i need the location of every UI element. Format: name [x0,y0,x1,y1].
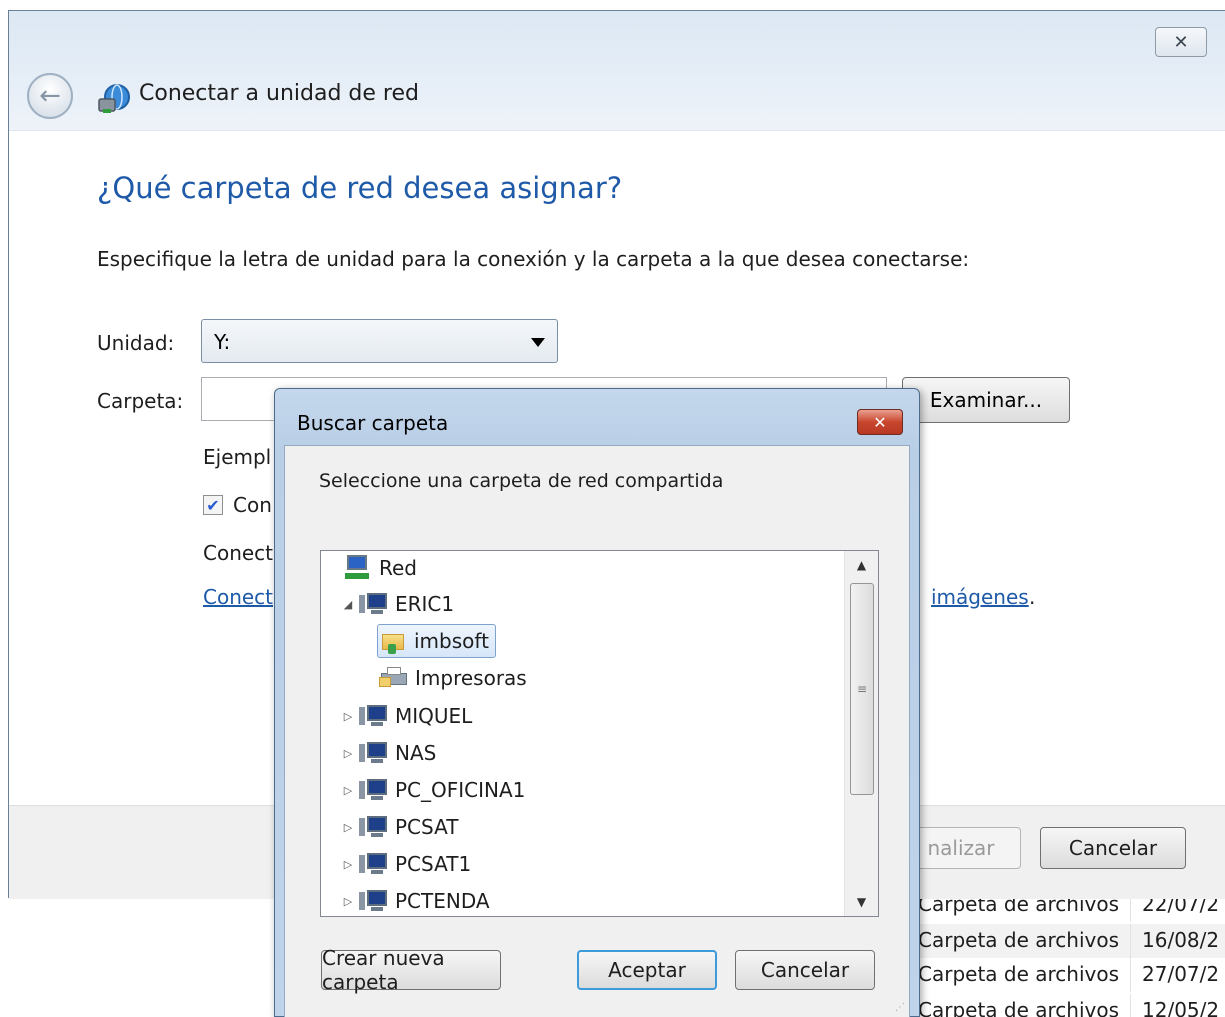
drive-letter-value: Y: [214,330,231,354]
tree-item-label: MIQUEL [395,704,473,728]
computer-icon [359,703,389,729]
collapsed-arrow-icon[interactable]: ▷ [341,895,355,908]
link-period: . [1029,585,1036,609]
browse-folder-dialog: Buscar carpeta ✕ Seleccione una carpeta … [274,388,920,1017]
computer-icon [359,591,389,617]
tree-item-imbsoft[interactable]: imbsoft [377,624,496,658]
back-arrow-icon: ← [39,81,61,111]
tree-item-label: Red [379,556,417,580]
folder-label: Carpeta: [97,389,184,413]
network-drive-icon [95,77,135,117]
resize-grip-icon[interactable]: ⋰ [895,1002,905,1013]
tree-scrollbar[interactable]: ▲ ≡ ▼ [844,551,878,916]
table-row[interactable]: Carpeta de archivos 27/07/2 [912,958,1225,992]
tree-item-pc-oficina1[interactable]: ▷ PC_OFICINA1 [341,773,526,807]
new-folder-button[interactable]: Crear nueva carpeta [321,946,501,994]
tree-item-miquel[interactable]: ▷ MIQUEL [341,699,473,733]
images-link[interactable]: imágenes [931,585,1029,609]
tree-item-label: PCSAT1 [395,852,472,876]
tree-item-label: PCTENDA [395,889,490,913]
scroll-down-icon[interactable]: ▼ [845,888,878,916]
file-type-cell: Carpeta de archivos [918,962,1120,986]
table-row[interactable]: Carpeta de archivos 16/08/2 [912,924,1225,958]
date-cell: 27/07/2 [1142,962,1220,986]
network-icon [343,555,373,581]
checkmark-icon: ✔ [206,495,220,515]
file-type-cell: Carpeta de archivos [918,998,1120,1017]
tree-item-pcsat[interactable]: ▷ PCSAT [341,810,459,844]
close-icon: ✕ [873,412,887,432]
close-icon: ✕ [1173,31,1189,53]
file-type-cell: Carpeta de archivos [918,928,1120,952]
dialog-title: Buscar carpeta [297,411,449,435]
date-cell: 12/05/2 [1142,998,1220,1017]
dialog-body: Seleccione una carpeta de red compartida… [284,445,910,1017]
table-row[interactable]: Carpeta de archivos 12/05/2 [912,994,1225,1017]
collapsed-arrow-icon[interactable]: ▷ [341,821,355,834]
drive-label: Unidad: [97,331,175,355]
computer-icon [359,740,389,766]
scroll-thumb[interactable]: ≡ [850,583,874,795]
reconnect-label: Con [233,493,272,517]
reconnect-checkbox[interactable]: ✔ [203,495,223,515]
computer-icon [359,814,389,840]
tree-item-label: PCSAT [395,815,459,839]
shared-folder-icon [378,628,408,654]
date-cell: 16/08/2 [1142,928,1220,952]
background-top-strip [330,0,1225,10]
tree-item-red[interactable]: Red [325,551,417,585]
tree-item-pcsat1[interactable]: ▷ PCSAT1 [341,847,471,881]
website-link[interactable]: Conect [203,585,273,609]
wizard-header: ✕ ← Conectar a unidad de red [9,11,1225,131]
expanded-arrow-icon[interactable]: ◢ [341,598,355,611]
browse-button[interactable]: Examinar... [902,377,1070,423]
drive-letter-select[interactable]: Y: [201,319,558,363]
tree-item-nas[interactable]: ▷ NAS [341,736,437,770]
collapsed-arrow-icon[interactable]: ▷ [341,858,355,871]
back-button[interactable]: ← [27,73,73,119]
tree-item-label: Impresoras [415,666,527,690]
tree-item-impresoras[interactable]: Impresoras [379,661,527,695]
chevron-down-icon [531,338,545,347]
collapsed-arrow-icon[interactable]: ▷ [341,784,355,797]
computer-icon [359,888,389,914]
tree-item-pctenda[interactable]: ▷ PCTENDA [341,884,490,916]
page-title: ¿Qué carpeta de red desea asignar? [97,171,623,205]
close-button[interactable]: ✕ [1155,27,1207,57]
cancel-button[interactable]: Cancelar [1040,827,1186,869]
dialog-prompt: Seleccione una carpeta de red compartida [319,470,724,492]
computer-icon [359,777,389,803]
dialog-cancel-button[interactable]: Cancelar [735,950,875,990]
computer-icon [359,851,389,877]
tree-item-eric1[interactable]: ◢ ERIC1 [341,587,454,621]
connect-credentials-text: Conect [203,541,274,565]
tree-item-label: ERIC1 [395,592,455,616]
collapsed-arrow-icon[interactable]: ▷ [341,747,355,760]
tree-item-label: NAS [395,741,437,765]
tree-item-label: PC_OFICINA1 [395,778,526,802]
collapsed-arrow-icon[interactable]: ▷ [341,710,355,723]
window-title: Conectar a unidad de red [139,81,419,106]
scroll-up-icon[interactable]: ▲ [845,551,878,579]
ok-button[interactable]: Aceptar [577,950,717,990]
folder-tree[interactable]: Red ◢ ERIC1 imbsoft Impresoras ▷ MIQUEL [320,550,879,917]
instructions-text: Especifique la letra de unidad para la c… [97,247,970,271]
printer-icon [379,665,409,691]
example-text: Ejempl [203,445,272,469]
dialog-close-button[interactable]: ✕ [857,409,903,435]
tree-item-label: imbsoft [414,629,489,653]
